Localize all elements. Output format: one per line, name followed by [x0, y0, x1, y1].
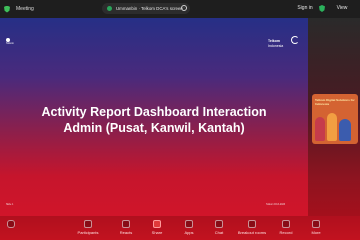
top-bar: Meeting Ummanbin · Telkom DCA's screen ·…: [0, 0, 360, 18]
slide-footer-left: Slide 1: [6, 203, 14, 206]
logo-line2: Indonesia: [268, 44, 284, 48]
slide-title: Activity Report Dashboard Interaction Ad…: [20, 104, 288, 136]
view-button[interactable]: View: [332, 4, 352, 13]
telkom-indonesia-logo: Telkom Indonesia: [266, 36, 300, 50]
microphone-icon: [7, 220, 15, 228]
telkom-logo-small: Telkom: [6, 38, 22, 45]
screen-share-indicator[interactable]: Ummanbin · Telkom DCA's screen ·: [102, 3, 190, 14]
more-label: More: [311, 230, 321, 235]
slide-title-line1: Activity Report Dashboard Interaction: [41, 105, 267, 119]
video-thumbnail[interactable]: Telkom Digital Solutions for Indonesia: [312, 94, 358, 144]
record-icon: [282, 220, 290, 228]
illustration-person-2: [327, 113, 337, 141]
logo-line1: Telkom: [268, 39, 280, 43]
meeting-info[interactable]: Meeting: [4, 5, 34, 13]
illustration-person-3: [339, 119, 351, 141]
shared-screen-slide: Telkom Telkom Indonesia Activity Report …: [0, 18, 308, 216]
meeting-title: Meeting: [16, 6, 34, 12]
encryption-shield-icon: [319, 5, 325, 12]
logo-text: Telkom: [6, 42, 14, 45]
view-options-icon[interactable]: ·: [181, 5, 187, 11]
share-icon: [153, 220, 161, 228]
microphone-button[interactable]: [2, 220, 20, 228]
apps-icon: [185, 220, 193, 228]
slide-footer-right: Telkom DCA 2023: [266, 203, 286, 206]
thumbnail-text: Telkom Digital Solutions for Indonesia: [315, 98, 355, 106]
more-button[interactable]: More: [296, 220, 336, 235]
reactions-icon: [122, 220, 130, 228]
participants-button[interactable]: Participants: [68, 220, 108, 235]
telkom-swirl-icon: [291, 36, 299, 44]
participants-label: Participants: [77, 230, 99, 235]
sharing-text: Ummanbin · Telkom DCA's screen: [116, 6, 183, 11]
meeting-toolbar: Participants Reacts Share Apps Chat Brea…: [0, 216, 360, 240]
sharing-status-icon: [107, 6, 112, 11]
breakout-rooms-icon: [248, 220, 256, 228]
illustration-person-1: [315, 117, 325, 141]
sign-in-button[interactable]: Sign in: [291, 4, 319, 13]
chat-icon: [215, 220, 223, 228]
slide-title-line2: Admin (Pusat, Kanwil, Kantah): [63, 121, 245, 135]
more-icon: [312, 220, 320, 228]
side-panel: Telkom Digital Solutions for Indonesia: [308, 18, 360, 216]
security-shield-icon: [4, 5, 10, 13]
participants-icon: [84, 220, 92, 228]
